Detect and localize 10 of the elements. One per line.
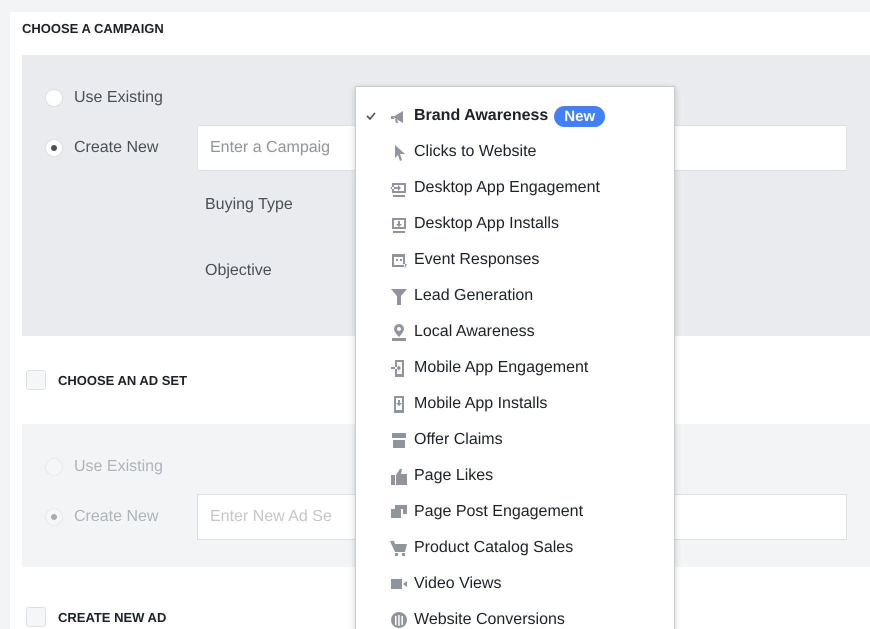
new-badge: New (554, 106, 606, 126)
radio-label: Use Existing (74, 89, 164, 107)
section-heading: CHOOSE A CAMPAIGN (22, 21, 164, 36)
radio-label: Create New (74, 508, 160, 526)
field-label: Buying Type (205, 196, 293, 214)
radio-label: Use Existing (74, 458, 164, 476)
section-heading: CHOOSE AN AD SET (58, 372, 188, 388)
radio-label: Create New (74, 138, 160, 156)
field-label: Objective (205, 262, 272, 280)
section-heading: CREATE NEW AD (58, 610, 166, 624)
